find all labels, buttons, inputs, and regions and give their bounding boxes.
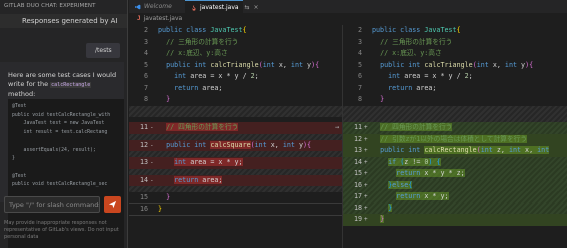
added-line: 16 + }else{ bbox=[343, 179, 567, 191]
code-line: 3 // 三角形の計算を行う bbox=[357, 37, 453, 46]
code-line: 7 return area; bbox=[357, 83, 437, 92]
send-button[interactable] bbox=[104, 196, 121, 213]
code-line: 4 // x:底辺、y:高さ bbox=[143, 49, 228, 57]
added-line: 15 + return x * y * z; bbox=[343, 168, 567, 180]
code-line: 4 // x:底辺、y:高さ bbox=[357, 49, 442, 57]
code-line: 2 public class JavaTest{ bbox=[357, 26, 461, 34]
added-line: 14 + if (z != 0) { bbox=[343, 156, 567, 168]
response-intro-end: method: bbox=[8, 90, 36, 98]
response-inline-code: calcRectangle bbox=[50, 82, 92, 88]
chat-panel-title: GITLAB DUO CHAT: EXPERIMENT bbox=[4, 3, 96, 9]
close-tab-icon[interactable]: × bbox=[253, 4, 258, 11]
code-line: 6 int area = x * y / 2; bbox=[143, 72, 259, 80]
added-line: 18 + } bbox=[343, 202, 567, 214]
java-icon bbox=[191, 4, 197, 11]
code-line: 6 int area = x * y / 2; bbox=[357, 72, 473, 80]
added-line: 11 + // 四角形の計算を行う bbox=[343, 122, 567, 134]
added-line: 17 + return x * y; bbox=[343, 191, 567, 203]
revert-arrow-icon[interactable]: → bbox=[335, 122, 339, 134]
response-text: Here are some test cases I would write f… bbox=[8, 71, 120, 99]
added-line: 12 + // 引数zが1以外の場合は体積として計算を行う bbox=[343, 133, 567, 145]
compare-icon[interactable]: ⇆ bbox=[245, 4, 250, 11]
code-line: 5 public int calcTriangle(int x, int y){ bbox=[357, 60, 534, 69]
diff-filler bbox=[129, 105, 342, 117]
tab-javatest[interactable]: javatest.java ⇆ × bbox=[185, 0, 258, 13]
code-line: 8 } bbox=[143, 95, 171, 103]
tab-welcome[interactable]: Welcome bbox=[129, 0, 185, 13]
tab-welcome-label: Welcome bbox=[144, 3, 172, 10]
user-message: /tests bbox=[86, 43, 120, 58]
send-icon bbox=[108, 200, 117, 209]
code-line: 16} bbox=[129, 202, 342, 216]
deleted-line: 11- // 四角形の計算を行う → bbox=[129, 122, 342, 134]
diff-filler: 910 bbox=[343, 105, 567, 122]
added-line: 19 + } bbox=[343, 214, 567, 226]
deleted-line: 14- return area; bbox=[129, 174, 342, 186]
chat-disclaimer: May provide inappropriate responses not … bbox=[4, 220, 119, 240]
ai-response: Here are some test cases I would write f… bbox=[0, 62, 124, 248]
code-line: 5 public int calcTriangle(int x, int y){ bbox=[143, 60, 320, 69]
breadcrumb: Jjavatest.java bbox=[129, 13, 567, 25]
tab-javatest-label: javatest.java bbox=[200, 4, 239, 11]
deleted-line: 12- public int calcSquare(int x, int y){ bbox=[129, 139, 342, 151]
code-line: 2 public class JavaTest{ bbox=[143, 26, 247, 34]
diff-modified-pane[interactable]: 2 public class JavaTest{ 3 // 三角形の計算を行う 4… bbox=[342, 25, 567, 248]
added-line: 13 + public int calcRectangle(int z, int … bbox=[343, 145, 567, 157]
code-line: 7 return area; bbox=[143, 83, 223, 92]
code-line: 3 // 三角形の計算を行う bbox=[143, 37, 239, 46]
deleted-line: 13- int area = x * y; bbox=[129, 157, 342, 169]
code-line: 8 } bbox=[357, 95, 385, 103]
chat-heading: Responses generated by AI bbox=[0, 14, 127, 28]
code-line: 15 } bbox=[139, 193, 171, 201]
editor-area: Welcome javatest.java ⇆ × Jjavatest.java… bbox=[129, 0, 567, 248]
chat-input[interactable]: Type "/" for slash commands bbox=[4, 196, 100, 213]
duo-chat-panel: GITLAB DUO CHAT: EXPERIMENT Responses ge… bbox=[0, 0, 128, 248]
tab-bar: Welcome javatest.java ⇆ × bbox=[129, 0, 567, 13]
breadcrumb-file[interactable]: javatest.java bbox=[144, 15, 183, 22]
vscode-icon bbox=[135, 4, 141, 9]
diff-original-pane[interactable]: 2 public class JavaTest{ 3 // 三角形の計算を行う 4… bbox=[129, 25, 342, 248]
java-file-icon: J bbox=[137, 15, 141, 22]
